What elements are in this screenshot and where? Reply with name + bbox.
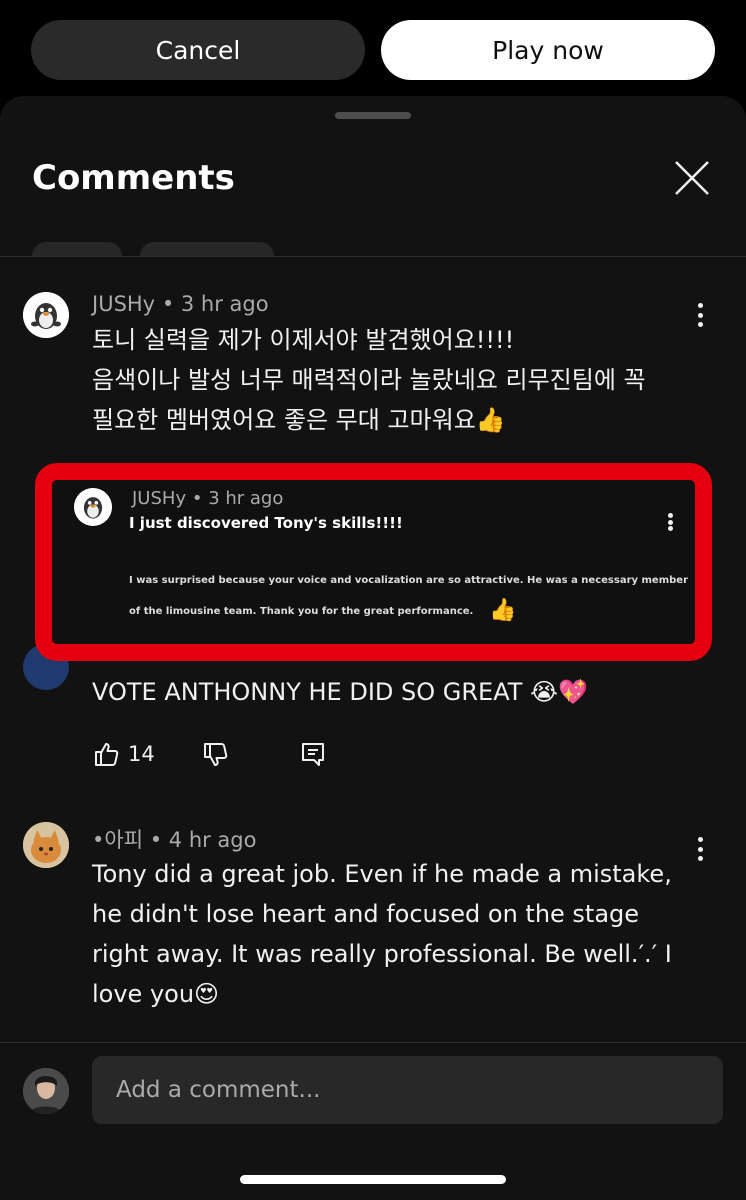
avatar[interactable] (23, 292, 69, 338)
thumbs-up-emoji: 👍 (489, 598, 517, 623)
add-comment-input[interactable]: Add a comment... (92, 1056, 723, 1124)
comment-time: 3 hr ago (180, 292, 269, 316)
translation-highlight-box: JUSHy • 3 hr ago I just discovered Tony'… (35, 463, 712, 661)
filter-chip-top[interactable] (32, 242, 122, 256)
cat-avatar-icon (23, 822, 69, 868)
like-icon[interactable] (92, 740, 120, 768)
comment-line: 토니 실력을 제가 이제서야 발견했어요!!!! (92, 326, 515, 354)
close-icon[interactable] (668, 154, 716, 202)
comment-time: 4 hr ago (168, 828, 257, 852)
like-count: 14 (128, 742, 155, 766)
comment-meta: JUSHy • 3 hr ago (132, 488, 284, 509)
dislike-icon[interactable] (201, 740, 229, 768)
filter-chip-newest[interactable] (140, 242, 274, 256)
comment-author[interactable]: •아피 (92, 828, 143, 852)
comment-line: 음색이나 발성 너무 매력적이라 놀랐네요 리무진팀에 꼭 (92, 366, 646, 394)
avatar[interactable] (23, 822, 69, 868)
more-options-icon (660, 510, 680, 534)
comment-meta: JUSHy • 3 hr ago (92, 292, 269, 316)
drag-handle[interactable] (335, 112, 411, 119)
translated-line: I was surprised because your voice and v… (129, 575, 688, 586)
comment-actions: 14 (92, 734, 327, 774)
penguin-avatar-icon (23, 292, 69, 338)
avatar (74, 488, 112, 526)
user-avatar[interactable] (23, 1068, 69, 1114)
sheet-title: Comments (32, 158, 235, 198)
comment-text: VOTE ANTHONNY HE DID SO GREAT 😭💖 (92, 678, 588, 706)
comment-line: 필요한 멤버였어요 좋은 무대 고마워요👍 (92, 406, 506, 434)
translated-line: of the limousine team. Thank you for the… (129, 606, 474, 617)
more-options-icon[interactable] (690, 300, 710, 330)
comment-meta: •아피 • 4 hr ago (92, 828, 257, 852)
filter-chips (0, 236, 746, 256)
comment-line: Tony did a great job. Even if he made a … (92, 860, 672, 888)
top-bar: Cancel Play now (0, 0, 746, 100)
comment-line: right away. It was really professional. … (92, 940, 672, 968)
comment-text: Tony did a great job. Even if he made a … (92, 854, 712, 1014)
penguin-avatar-icon (74, 488, 112, 526)
comment-author: JUSHy (132, 488, 187, 509)
user-avatar-icon (23, 1068, 69, 1114)
comment-line: love you😍 (92, 980, 220, 1008)
more-options-icon[interactable] (690, 834, 710, 864)
comment-time: 3 hr ago (208, 488, 284, 509)
home-indicator[interactable] (240, 1175, 506, 1184)
comment-author[interactable]: JUSHy (92, 292, 155, 316)
divider (0, 256, 746, 257)
translated-title: I just discovered Tony's skills!!!! (129, 514, 403, 532)
play-now-button[interactable]: Play now (381, 20, 715, 80)
comment-text: 토니 실력을 제가 이제서야 발견했어요!!!! 음색이나 발성 너무 매력적이… (92, 320, 712, 440)
comment-line: he didn't lose heart and focused on the … (92, 900, 640, 928)
translated-comment: JUSHy • 3 hr ago I just discovered Tony'… (52, 480, 695, 644)
cancel-button[interactable]: Cancel (31, 20, 365, 80)
reply-icon[interactable] (299, 740, 327, 768)
